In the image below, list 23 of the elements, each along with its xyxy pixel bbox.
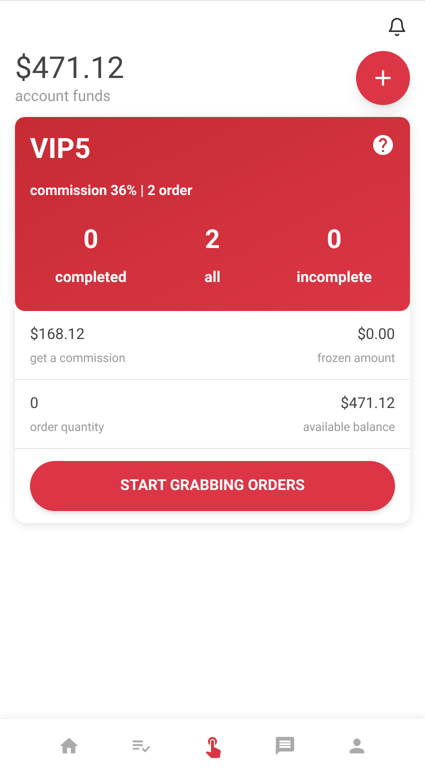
vip-level: VIP5 xyxy=(30,131,91,167)
detail-value: $471.12 xyxy=(340,392,395,414)
stat-value: 2 xyxy=(205,224,220,256)
commission-info: commission 36% | 2 order xyxy=(30,182,194,201)
account-balance: $471.12 xyxy=(15,51,124,87)
detail-label: order quantity xyxy=(30,418,104,436)
chat-icon xyxy=(274,734,296,756)
add-funds-button[interactable] xyxy=(356,51,410,105)
detail-label: frozen amount xyxy=(317,350,395,366)
balance-label: account funds xyxy=(15,87,112,105)
stat-label: completed xyxy=(55,267,127,288)
stat-label: incomplete xyxy=(296,267,372,288)
help-icon[interactable] xyxy=(371,133,395,157)
stat-label: all xyxy=(204,267,220,288)
stat-value: 0 xyxy=(83,224,98,256)
detail-value: $0.00 xyxy=(357,324,395,344)
notification-bell-icon[interactable] xyxy=(387,17,407,37)
detail-value: 0 xyxy=(30,392,38,414)
start-grabbing-button[interactable]: START GRABBING ORDERS xyxy=(30,460,395,510)
stat-value: 0 xyxy=(326,224,342,256)
detail-label: get a commission xyxy=(30,350,126,366)
detail-value: $168.12 xyxy=(30,324,85,344)
detail-label: available balance xyxy=(302,418,395,436)
